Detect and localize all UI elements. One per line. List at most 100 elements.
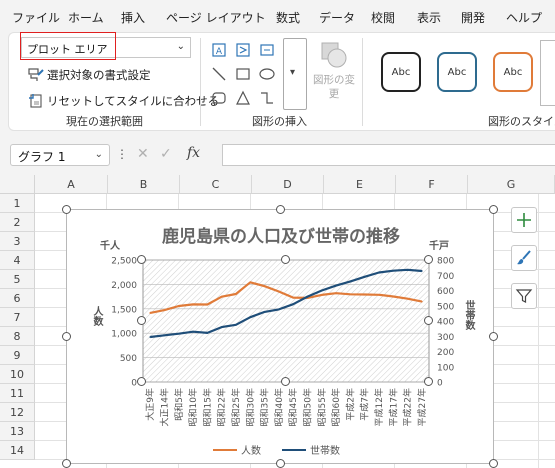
row-header[interactable]: 8: [0, 327, 35, 346]
column-header-g[interactable]: G: [468, 175, 555, 194]
resize-handle[interactable]: [62, 205, 71, 214]
rectangle-icon[interactable]: [233, 64, 253, 84]
column-header-e[interactable]: E: [324, 175, 396, 194]
oval-icon[interactable]: [257, 64, 277, 84]
resize-handle[interactable]: [276, 205, 285, 214]
tab-home[interactable]: ホーム: [68, 9, 104, 26]
right-axis-tick-label: 400: [437, 318, 454, 328]
chart-elements-button[interactable]: [511, 207, 537, 233]
column-header-f[interactable]: F: [396, 175, 468, 194]
tab-developer[interactable]: 開発: [461, 9, 485, 26]
insert-shapes-group-label: 図形の挿入: [252, 115, 307, 128]
data-point: [278, 290, 280, 293]
formula-bar: グラフ 1 ⌄ ⋮ ✕ ✓ fx: [0, 135, 555, 175]
tab-file[interactable]: ファイル: [12, 9, 60, 26]
select-all-corner[interactable]: [0, 175, 35, 194]
tab-insert[interactable]: 挿入: [121, 9, 145, 26]
row-header[interactable]: 12: [0, 403, 35, 422]
row-header[interactable]: 9: [0, 346, 35, 365]
row-header[interactable]: 10: [0, 365, 35, 384]
text-box-icon[interactable]: A: [209, 40, 229, 60]
textbox-icon[interactable]: [257, 40, 277, 60]
column-header-b[interactable]: B: [108, 175, 180, 194]
plot-area-handle[interactable]: [281, 255, 290, 264]
shape-gallery-more-button[interactable]: ▾: [283, 38, 307, 110]
resize-handle[interactable]: [489, 459, 498, 468]
enter-check-icon[interactable]: ✓: [160, 146, 172, 162]
resize-handle[interactable]: [489, 205, 498, 214]
chart-filters-button[interactable]: [511, 283, 537, 309]
right-axis-tick-label: 600: [437, 287, 454, 297]
reset-style-button[interactable]: リセットしてスタイルに合わせる: [28, 92, 219, 110]
category-tick-label: 平成12年: [373, 388, 385, 426]
row-header[interactable]: 11: [0, 384, 35, 403]
data-point: [320, 289, 323, 292]
data-point: [163, 309, 166, 311]
resize-handle[interactable]: [489, 332, 498, 341]
chart-element-select[interactable]: プロット エリア ⌄: [21, 37, 191, 58]
plot-area-handle[interactable]: [137, 377, 146, 386]
data-point: [421, 300, 423, 303]
change-shape-label: 図形の変更: [313, 74, 355, 100]
plot-area-handle[interactable]: [424, 316, 433, 325]
line-icon[interactable]: [209, 64, 229, 84]
vertical-text-box-icon[interactable]: [233, 40, 253, 60]
row-header[interactable]: 2: [0, 213, 35, 232]
tab-help[interactable]: ヘルプ: [506, 9, 542, 26]
format-selection-button[interactable]: 選択対象の書式設定: [28, 66, 151, 84]
chart-object[interactable]: 鹿児島県の人口及び世帯の推移 千人 千戸 人数 世帯数 0 500 1,000 1,5…: [66, 209, 494, 464]
resize-handle[interactable]: [62, 332, 71, 341]
chart-styles-button[interactable]: [511, 245, 537, 271]
insert-function-button[interactable]: fx: [187, 145, 200, 161]
row-header[interactable]: 7: [0, 308, 35, 327]
resize-handle[interactable]: [62, 459, 71, 468]
column-header-d[interactable]: D: [252, 175, 324, 194]
row-header[interactable]: 4: [0, 251, 35, 270]
tab-formulas[interactable]: 数式: [276, 9, 300, 26]
more-options-icon[interactable]: ⋮: [116, 147, 128, 161]
tab-page-layout[interactable]: ページ レイアウト: [166, 9, 266, 26]
right-axis-tick-label: 300: [437, 333, 454, 343]
plot-area-handle[interactable]: [424, 377, 433, 386]
name-box[interactable]: グラフ 1 ⌄: [10, 144, 110, 166]
shape-style-gallery-scroll[interactable]: [540, 40, 555, 106]
shape-style-orange[interactable]: Abc: [493, 52, 533, 92]
triangle-icon[interactable]: [233, 88, 253, 108]
shape-style-sample: Abc: [391, 66, 411, 78]
resize-handle[interactable]: [276, 459, 285, 468]
row-header[interactable]: 3: [0, 232, 35, 251]
elbow-connector-icon[interactable]: [257, 88, 277, 108]
chart-plot-svg: 05001,0001,5002,0002,5000100200300400500…: [111, 257, 454, 427]
legend-item-population[interactable]: 人数: [213, 442, 261, 457]
shape-style-dark[interactable]: Abc: [381, 52, 421, 92]
plot-area-handle[interactable]: [137, 255, 146, 264]
tab-view[interactable]: 表示: [417, 9, 441, 26]
current-selection-group-label: 現在の選択範囲: [66, 115, 143, 128]
tab-data[interactable]: データ: [319, 9, 355, 26]
plot-area-handle[interactable]: [424, 255, 433, 264]
column-header-a[interactable]: A: [35, 175, 108, 194]
data-point: [249, 316, 252, 318]
tab-review[interactable]: 校閲: [371, 9, 395, 26]
row-header[interactable]: 5: [0, 270, 35, 289]
formula-input[interactable]: [222, 144, 555, 166]
row-header[interactable]: 14: [0, 441, 35, 460]
plot-area[interactable]: [142, 259, 430, 383]
category-tick-label: 平成22年: [402, 388, 414, 426]
cancel-icon[interactable]: ✕: [137, 146, 149, 162]
data-point: [220, 295, 223, 298]
plot-area-handle[interactable]: [137, 316, 146, 325]
row-header[interactable]: 1: [0, 194, 35, 213]
change-shape-button[interactable]: 図形の変更: [312, 40, 356, 108]
chevron-down-icon: ⌄: [176, 41, 185, 52]
plot-area-handle[interactable]: [281, 377, 290, 386]
excel-window: ファイル ホーム 挿入 ページ レイアウト 数式 データ 校閲 表示 開発 ヘル…: [0, 0, 555, 468]
row-header[interactable]: 6: [0, 289, 35, 308]
column-header-c[interactable]: C: [180, 175, 252, 194]
left-axis-tick-label: 1,500: [111, 305, 137, 315]
row-header[interactable]: 13: [0, 422, 35, 441]
shape-style-blue[interactable]: Abc: [437, 52, 477, 92]
legend-swatch: [282, 448, 306, 451]
rounded-rectangle-icon[interactable]: [209, 88, 229, 108]
legend-item-households[interactable]: 世帯数: [282, 442, 340, 457]
